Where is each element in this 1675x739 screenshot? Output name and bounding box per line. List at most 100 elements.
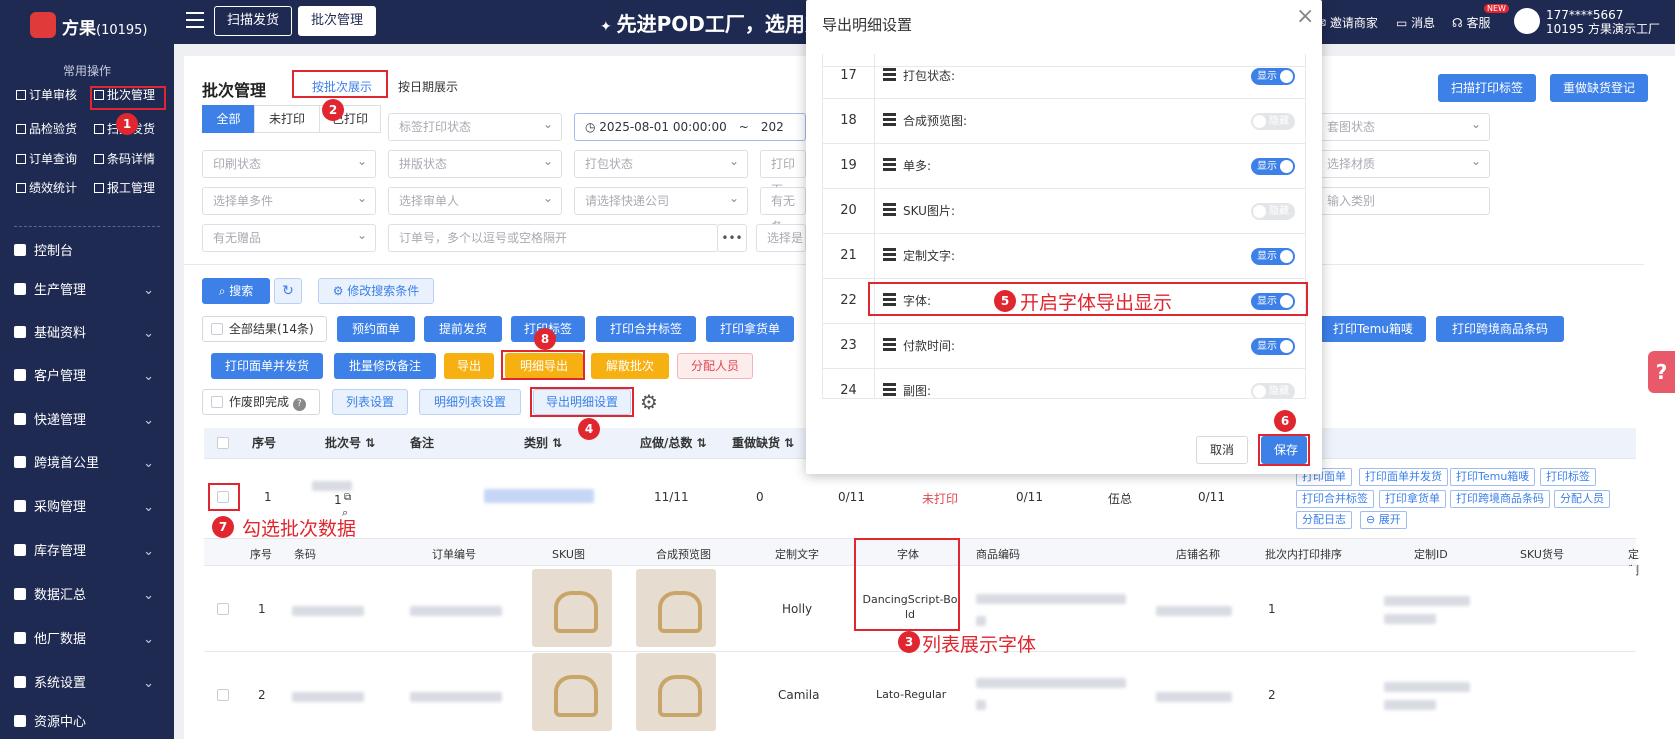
menu-system-settings[interactable]: 系统设置 ⌄ <box>0 669 174 699</box>
date-range-picker[interactable]: ◷ 2025-08-01 00:00:00 ~202 <box>574 113 806 141</box>
print-status-select[interactable]: 印刷状态 <box>202 148 376 178</box>
menu-data-summary[interactable]: 数据汇总 ⌄ <box>0 581 174 611</box>
copy-icon[interactable]: ⧉ <box>344 492 351 503</box>
search-button[interactable]: ⌕ 搜索 <box>202 278 270 304</box>
row-checkbox[interactable] <box>217 603 229 615</box>
menu-cross-border[interactable]: 跨境首公里 ⌄ <box>0 449 174 479</box>
menu-inventory[interactable]: 库存管理 ⌄ <box>0 537 174 567</box>
export-button[interactable]: 导出 <box>444 353 494 379</box>
material-select[interactable]: 选择材质 <box>1316 148 1490 178</box>
switch-preview[interactable]: 隐藏 <box>1251 113 1295 130</box>
avatar[interactable] <box>1514 8 1540 34</box>
hamburger-menu-icon[interactable] <box>186 12 204 28</box>
menu-other-factory[interactable]: 他厂数据 ⌄ <box>0 625 174 655</box>
menu-production[interactable]: 生产管理 ⌄ <box>0 276 174 306</box>
drag-handle-icon[interactable] <box>883 338 896 352</box>
row-assign-log[interactable]: 分配日志 <box>1296 511 1352 529</box>
menu-customers[interactable]: 客户管理 ⌄ <box>0 362 174 392</box>
preview-image[interactable] <box>636 653 716 731</box>
menu-dashboard[interactable]: 控制台 <box>0 237 174 267</box>
drag-handle-icon[interactable] <box>883 68 896 82</box>
drag-handle-icon[interactable] <box>883 203 896 217</box>
switch-sku-image[interactable]: 隐藏 <box>1251 203 1295 220</box>
quick-item-quality-check[interactable]: 品检验货 <box>12 118 77 140</box>
print-temu-box-button[interactable]: 打印Temu箱唛 <box>1320 316 1426 342</box>
print-face-ship-button[interactable]: 打印面单并发货 <box>211 353 323 379</box>
sku-image[interactable] <box>532 569 612 647</box>
select-all-checkbox[interactable] <box>217 437 229 449</box>
row-print-merged-label[interactable]: 打印合并标签 <box>1296 490 1374 508</box>
row-print-temu-box[interactable]: 打印Temu箱唛 <box>1450 468 1536 486</box>
set-image-status-select[interactable]: 套图状态 <box>1316 111 1490 141</box>
col-ratio[interactable]: 应做/总数 ⇅ <box>640 428 707 458</box>
drag-handle-icon[interactable] <box>883 383 896 397</box>
drag-handle-icon[interactable] <box>883 248 896 262</box>
quick-item-order-query[interactable]: 订单查询 <box>12 148 77 170</box>
refresh-icon[interactable]: ↻ <box>274 278 302 304</box>
redo-register-button[interactable]: 重做缺货登记 <box>1550 74 1649 102</box>
switch-sub-image[interactable]: 隐藏 <box>1251 383 1295 398</box>
quick-item-performance[interactable]: 绩效统计 <box>12 177 77 199</box>
advance-ship-button[interactable]: 提前发货 <box>424 316 502 342</box>
sku-image[interactable] <box>532 653 612 731</box>
user-info[interactable]: 177****5667 10195 方果演示工厂 <box>1546 8 1660 36</box>
category-input[interactable]: 输入类别 <box>1316 187 1490 215</box>
select-yes-select[interactable]: 选择是 <box>756 224 806 252</box>
filter-unprinted[interactable]: 未打印 <box>254 105 320 133</box>
quick-item-order-review[interactable]: 订单审核 <box>12 84 77 106</box>
layout-status-select[interactable]: 拼版状态 <box>388 148 562 178</box>
assign-person-button[interactable]: 分配人员 <box>677 353 753 379</box>
list-settings-button[interactable]: 列表设置 <box>332 389 408 415</box>
modify-conditions-button[interactable]: ⚙ 修改搜索条件 <box>318 278 434 304</box>
tab-scan-ship[interactable]: 扫描发货 <box>214 6 293 36</box>
gift-select[interactable]: 有无赠品 <box>202 222 376 252</box>
customer-service-link[interactable]: ☊ 客服 <box>1452 14 1491 31</box>
menu-purchase[interactable]: 采购管理 ⌄ <box>0 493 174 523</box>
all-results-checkbox[interactable]: 全部结果(14条) <box>202 316 327 342</box>
col-batch-no[interactable]: 批次号 ⇅ <box>325 428 375 458</box>
pack-status-select[interactable]: 打包状态 <box>574 148 748 178</box>
switch-custom-text[interactable]: 显示 <box>1251 248 1295 265</box>
print-merged-label-button[interactable]: 打印合并标签 <box>596 316 696 342</box>
detail-list-settings-button[interactable]: 明细列表设置 <box>419 389 521 415</box>
reserve-face-button[interactable]: 预约面单 <box>337 316 415 342</box>
single-multi-select[interactable]: 选择单多件 <box>202 185 376 215</box>
filter-all[interactable]: 全部 <box>202 105 255 133</box>
order-search-input[interactable]: 订单号，多个以逗号或空格隔开 <box>388 224 718 252</box>
switch-pack-status[interactable]: 显示 <box>1251 68 1295 85</box>
print-pick-button[interactable]: 打印拿货单 <box>706 316 794 342</box>
switch-single-multi[interactable]: 显示 <box>1251 158 1295 175</box>
cancel-button[interactable]: 取消 <box>1196 436 1248 464</box>
col-redo[interactable]: 重做缺货 ⇅ <box>732 428 794 458</box>
row-checkbox[interactable] <box>217 689 229 701</box>
batch-modify-note-button[interactable]: 批量修改备注 <box>334 353 436 379</box>
table-row[interactable]: 2 Camila Lato-Regular 2 <box>204 652 1636 739</box>
quick-item-work-report[interactable]: 报工管理 <box>90 177 155 199</box>
quick-item-barcode-detail[interactable]: 条码详情 <box>90 148 155 170</box>
drag-handle-icon[interactable] <box>883 158 896 172</box>
row-print-cross-barcode[interactable]: 打印跨境商品条码 <box>1450 490 1550 508</box>
reviewer-select[interactable]: 选择审单人 <box>388 185 562 215</box>
preview-image[interactable] <box>636 569 716 647</box>
complete-on-void-checkbox[interactable]: 作废即完成 ? <box>202 389 320 415</box>
has-note-select[interactable]: 有无备 <box>760 187 806 234</box>
row-print-pick[interactable]: 打印拿货单 <box>1379 490 1446 508</box>
tab-batch-management[interactable]: 批次管理 <box>298 6 377 36</box>
row-assign-person[interactable]: 分配人员 <box>1554 490 1610 508</box>
dissolve-batch-button[interactable]: 解散批次 <box>591 353 669 379</box>
messages-link[interactable]: ▭ 消息 <box>1396 14 1435 31</box>
help-float-button[interactable]: ? <box>1648 351 1675 393</box>
express-select[interactable]: 请选择快递公司 <box>574 185 748 215</box>
gear-icon[interactable]: ⚙ <box>640 391 658 413</box>
row-print-label[interactable]: 打印标签 <box>1540 468 1596 486</box>
menu-basic-data[interactable]: 基础资料 ⌄ <box>0 319 174 349</box>
invite-merchant-link[interactable]: ✉ 邀请商家 <box>1316 14 1378 31</box>
close-icon[interactable]: × <box>1296 4 1314 29</box>
scan-print-label-button[interactable]: 扫描打印标签 <box>1438 74 1537 102</box>
print-cross-barcode-button[interactable]: 打印跨境商品条码 <box>1436 316 1564 342</box>
col-category[interactable]: 类别 ⇅ <box>524 428 562 458</box>
more-options-button[interactable]: ••• <box>717 224 747 252</box>
drag-handle-icon[interactable] <box>883 113 896 127</box>
print-face-select[interactable]: 打印面 <box>760 150 806 197</box>
view-by-date-link[interactable]: 按日期展示 <box>398 78 458 95</box>
